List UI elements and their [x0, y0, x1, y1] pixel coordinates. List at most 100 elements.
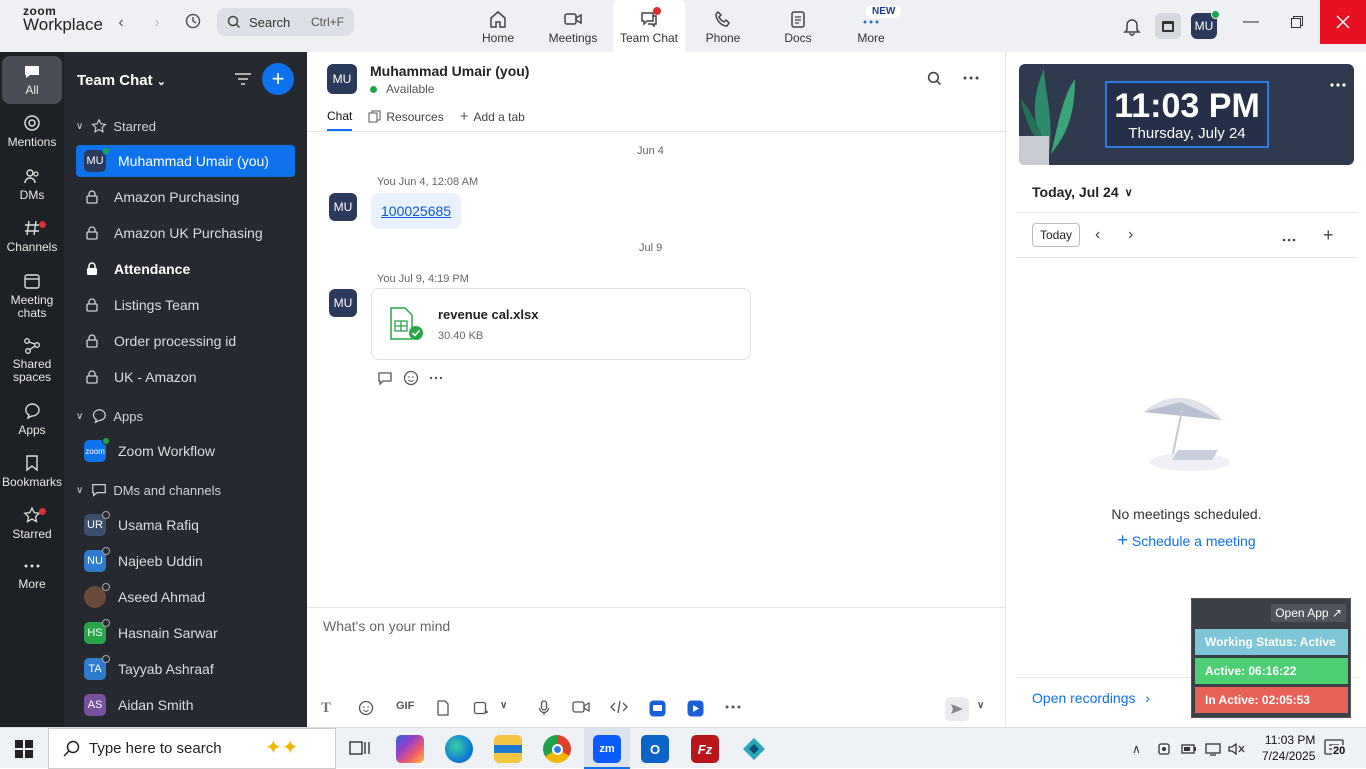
nav-docs[interactable]: Docs — [762, 0, 834, 52]
copilot-icon[interactable] — [396, 735, 424, 763]
emoji-add-icon[interactable] — [403, 370, 419, 386]
rail-dms[interactable]: DMs — [2, 167, 62, 202]
battery-icon[interactable] — [1181, 728, 1197, 769]
file-icon[interactable] — [436, 700, 450, 716]
rail-bookmarks[interactable]: Bookmarks — [2, 454, 62, 489]
history-icon[interactable] — [182, 12, 204, 34]
file-attachment[interactable]: revenue cal.xlsx 30.40 KB — [371, 288, 751, 360]
message-link[interactable]: 100025685 — [381, 203, 451, 219]
forward-arrow-icon[interactable]: › — [146, 12, 168, 34]
more-options-icon[interactable] — [963, 71, 979, 88]
sidebar-item-channel[interactable]: UK - Amazon — [76, 361, 295, 393]
volume-muted-icon[interactable] — [1228, 728, 1246, 769]
ellipsis-icon[interactable] — [429, 370, 443, 386]
sidebar-item-dm[interactable]: HS Hasnain Sarwar — [76, 617, 295, 649]
nav-phone[interactable]: Phone — [687, 0, 759, 52]
task-view-icon[interactable] — [349, 739, 371, 760]
section-starred[interactable]: ∨ Starred — [76, 118, 156, 134]
today-button[interactable]: Today — [1032, 223, 1080, 247]
message-avatar[interactable]: MU — [329, 193, 357, 221]
sidebar-title[interactable]: Team Chat ⌄ — [77, 72, 166, 89]
rail-all[interactable]: All — [2, 56, 62, 104]
sidebar-item-self[interactable]: MU Muhammad Umair (you) — [76, 145, 295, 177]
windows-start-icon[interactable] — [15, 740, 33, 761]
network-icon[interactable] — [1204, 728, 1222, 769]
nav-team-chat[interactable]: Team Chat — [613, 0, 685, 52]
rail-mentions[interactable]: Mentions — [2, 114, 62, 149]
sidebar-item-dm[interactable]: AS Aidan Smith — [76, 689, 295, 721]
video-message-icon[interactable] — [572, 700, 590, 714]
section-dms-channels[interactable]: ∨ DMs and channels — [76, 482, 221, 498]
ellipsis-icon[interactable] — [725, 700, 741, 714]
sidebar-item-channel[interactable]: Amazon Purchasing — [76, 181, 295, 213]
tab-resources[interactable]: Resources — [368, 108, 444, 131]
schedule-meeting-link[interactable]: + Schedule a meeting — [1006, 530, 1366, 551]
notification-center-icon[interactable]: 20 — [1324, 739, 1348, 762]
nav-meetings[interactable]: Meetings — [537, 0, 609, 52]
rail-more[interactable]: More — [2, 558, 62, 591]
send-button[interactable] — [945, 697, 969, 721]
minimize-button[interactable]: — — [1228, 0, 1274, 44]
chevron-down-icon[interactable]: ∨ — [500, 700, 507, 711]
add-event-icon[interactable]: + — [1323, 225, 1334, 246]
rail-starred[interactable]: Starred — [2, 506, 62, 541]
profile-avatar[interactable]: MU — [1191, 10, 1220, 39]
prev-day-icon[interactable]: ‹ — [1095, 226, 1100, 244]
gif-button[interactable]: GIF — [396, 700, 414, 712]
emoji-icon[interactable] — [358, 700, 374, 716]
taskbar-search[interactable]: Type here to search ✦✦ — [48, 728, 336, 769]
format-text-icon[interactable]: T — [321, 700, 331, 717]
close-button[interactable] — [1320, 0, 1366, 44]
more-options-icon[interactable] — [1330, 76, 1346, 91]
rail-apps[interactable]: Apps — [2, 402, 62, 437]
search-icon[interactable] — [927, 71, 942, 89]
tab-add[interactable]: + Add a tab — [460, 108, 525, 131]
chat-avatar[interactable]: MU — [327, 64, 357, 94]
rail-channels[interactable]: Channels — [2, 219, 62, 254]
nav-home[interactable]: Home — [462, 0, 534, 52]
sidebar-item-app[interactable]: zoom Zoom Workflow — [76, 435, 295, 467]
next-day-icon[interactable]: › — [1128, 226, 1133, 244]
new-chat-button[interactable]: + — [262, 63, 294, 95]
sidebar-item-channel[interactable]: Attendance — [76, 253, 295, 285]
open-recordings-link[interactable]: Open recordings › — [1032, 690, 1150, 706]
zoom-taskbar-active[interactable]: zm — [584, 728, 630, 769]
file-explorer-icon[interactable] — [494, 735, 522, 763]
microphone-icon[interactable] — [538, 700, 550, 716]
calendar-date-title[interactable]: Today, Jul 24 ∨ — [1032, 184, 1133, 200]
calendar-app-icon[interactable] — [1155, 0, 1181, 52]
search-bar[interactable]: Search Ctrl+F — [217, 8, 354, 36]
chrome-browser-icon[interactable] — [543, 735, 571, 763]
edge-browser-icon[interactable] — [445, 735, 473, 763]
filter-icon[interactable] — [234, 71, 252, 90]
back-arrow-icon[interactable]: ‹ — [110, 12, 132, 34]
sidebar-item-dm[interactable]: NU Najeeb Uddin — [76, 545, 295, 577]
open-app-button[interactable]: Open App ↗ — [1271, 604, 1346, 622]
filezilla-icon[interactable]: Fz — [691, 735, 719, 763]
sidebar-item-dm[interactable]: Aseed Ahmad — [76, 581, 295, 613]
app-video-icon[interactable] — [687, 700, 704, 717]
message-input[interactable]: What's on your mind — [323, 618, 450, 634]
app-diamond-icon[interactable] — [740, 735, 768, 763]
chevron-down-icon[interactable]: ∨ — [977, 700, 984, 711]
reply-icon[interactable] — [377, 370, 393, 386]
sidebar-item-channel[interactable]: Listings Team — [76, 289, 295, 321]
sidebar-item-dm[interactable]: TA Tayyab Ashraaf — [76, 653, 295, 685]
rail-meeting-chats[interactable]: Meeting chats — [2, 272, 62, 319]
sidebar-item-dm[interactable]: UR Usama Rafiq — [76, 509, 295, 541]
camera-tray-icon[interactable] — [1157, 728, 1173, 769]
sidebar-item-channel[interactable]: Order processing id — [76, 325, 295, 357]
code-icon[interactable] — [610, 700, 628, 714]
show-hidden-icons[interactable]: ∧ — [1132, 728, 1141, 769]
app-chat-icon[interactable] — [649, 700, 666, 717]
section-apps[interactable]: ∨ Apps — [76, 408, 143, 424]
outlook-icon[interactable]: O — [641, 735, 669, 763]
maximize-button[interactable] — [1274, 0, 1320, 44]
screenshot-icon[interactable] — [473, 700, 489, 716]
ellipsis-icon[interactable] — [1282, 231, 1296, 246]
notifications-bell-icon[interactable] — [1122, 0, 1142, 52]
taskbar-clock[interactable]: 11:03 PM 7/24/2025 — [1262, 732, 1315, 764]
chat-title[interactable]: Muhammad Umair (you) — [370, 63, 529, 79]
tab-chat[interactable]: Chat — [327, 108, 353, 131]
rail-shared-spaces[interactable]: Shared spaces — [2, 336, 62, 383]
